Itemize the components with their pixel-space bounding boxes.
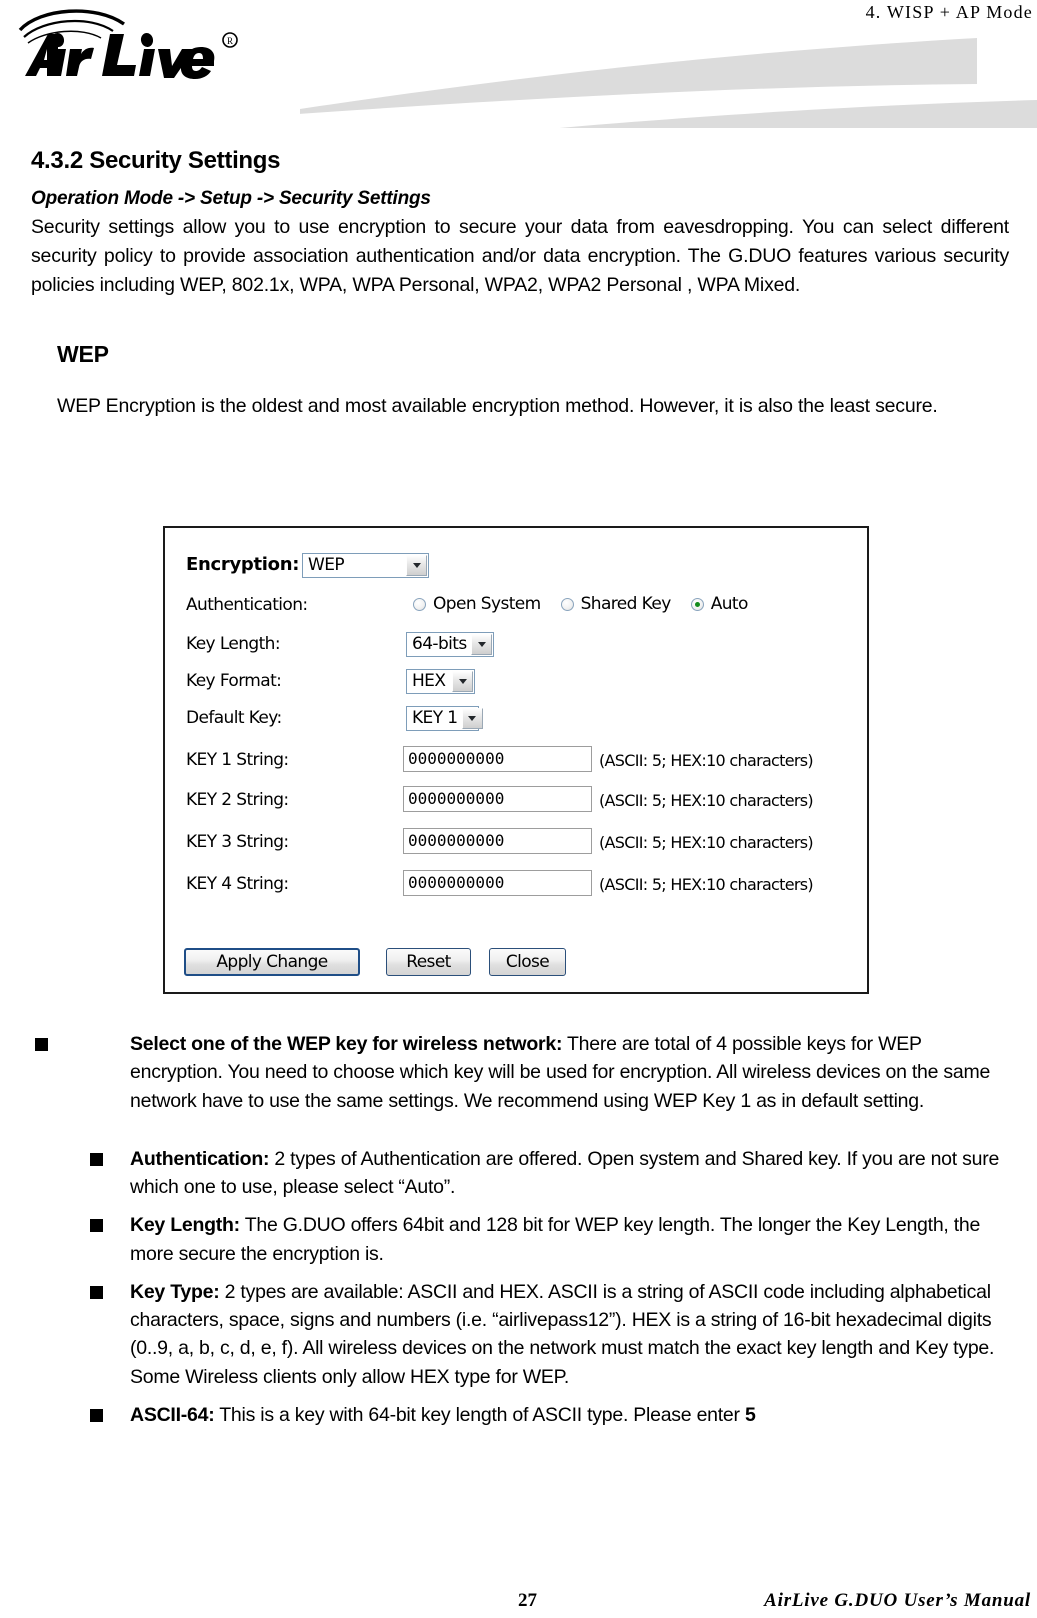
square-bullet-icon xyxy=(90,1285,103,1299)
key-4-string-label: KEY 4 String: xyxy=(186,874,289,894)
list-item-trailing: 5 xyxy=(744,1403,756,1426)
row-encryption: Encryption: WEP xyxy=(165,553,867,578)
radio-auto-indicator[interactable] xyxy=(690,597,704,611)
row-key-1-string: KEY 1 String: 0000000000 (ASCII: 5; HEX:… xyxy=(165,746,867,772)
key-1-string-input[interactable]: 0000000000 xyxy=(403,746,592,772)
key-2-string-input[interactable]: 0000000000 xyxy=(403,786,592,812)
key-2-string-label: KEY 2 String: xyxy=(186,790,289,810)
reset-button[interactable]: Reset xyxy=(386,948,471,976)
manual-title: AirLive G.DUO User’s Manual xyxy=(764,1590,1031,1611)
swoosh-svg xyxy=(240,38,1037,128)
square-bullet-icon xyxy=(90,1219,103,1233)
default-key-select[interactable]: KEY 1 xyxy=(406,706,483,731)
list-item: ASCII-64: This is a key with 64-bit key … xyxy=(0,1401,1037,1429)
authentication-label: Authentication: xyxy=(186,595,308,615)
row-key-4-string: KEY 4 String: 0000000000 (ASCII: 5; HEX:… xyxy=(165,870,867,896)
list-item: Key Length: The G.DUO offers 64bit and 1… xyxy=(0,1211,1037,1268)
square-bullet-icon xyxy=(90,1408,103,1422)
wep-description: WEP Encryption is the oldest and most av… xyxy=(57,395,938,418)
apply-change-button[interactable]: Apply Change xyxy=(184,948,360,976)
page-footer: 27 AirLive G.DUO User’s Manual xyxy=(0,1584,1037,1614)
encryption-select-value: WEP xyxy=(308,555,345,575)
intro-paragraph: Security settings allow you to use encry… xyxy=(31,216,1009,296)
radio-open-system-label: Open System xyxy=(433,594,541,614)
radio-auto-label: Auto xyxy=(710,594,749,614)
list-item: Authentication: 2 types of Authenticatio… xyxy=(0,1145,1037,1202)
key-3-string-label: KEY 3 String: xyxy=(186,832,289,852)
row-key-2-string: KEY 2 String: 0000000000 (ASCII: 5; HEX:… xyxy=(165,786,867,812)
default-key-label: Default Key: xyxy=(186,708,282,728)
list-item-text: The G.DUO offers 64bit and 128 bit for W… xyxy=(130,1214,981,1265)
running-header-title: 4. WISP + AP Mode xyxy=(865,2,1033,22)
list-item: Select one of the WEP key for wireless n… xyxy=(0,1030,1037,1115)
chevron-down-icon[interactable] xyxy=(452,671,473,692)
page-title: 4.3.2 Security Settings xyxy=(31,147,281,174)
airlive-logo-svg: R xyxy=(18,9,238,79)
page-number: 27 xyxy=(518,1590,537,1611)
document-content: 4.3.2 Security Settings Operation Mode -… xyxy=(0,128,1037,421)
close-button[interactable]: Close xyxy=(489,948,566,976)
airlive-logo: R xyxy=(14,4,304,90)
default-key-select-value: KEY 1 xyxy=(412,708,458,728)
list-item-title: Key Type: xyxy=(130,1280,220,1303)
key-1-string-label: KEY 1 String: xyxy=(186,750,289,770)
key-length-label: Key Length: xyxy=(186,634,281,654)
key-format-label: Key Format: xyxy=(186,671,282,691)
radio-open-system[interactable]: Open System xyxy=(413,594,541,614)
key-2-hint: (ASCII: 5; HEX:10 characters) xyxy=(599,791,814,810)
list-item-title: Select one of the WEP key for wireless n… xyxy=(130,1033,563,1055)
key-format-select-value: HEX xyxy=(412,671,446,691)
encryption-select[interactable]: WEP xyxy=(302,553,429,578)
list-item-text: 2 types are available: ASCII and HEX. AS… xyxy=(130,1280,995,1388)
list-item-title: Authentication: xyxy=(130,1147,270,1170)
radio-open-system-indicator[interactable] xyxy=(413,597,426,611)
bullet-list: Select one of the WEP key for wireless n… xyxy=(0,1030,1037,1437)
registered-mark: R xyxy=(222,32,238,48)
row-authentication: Authentication: Open System Shared Key A… xyxy=(165,594,867,616)
row-key-3-string: KEY 3 String: 0000000000 (ASCII: 5; HEX:… xyxy=(165,828,867,854)
chevron-down-icon[interactable] xyxy=(461,708,483,729)
svg-text:R: R xyxy=(227,36,233,46)
list-item: Key Type: 2 types are available: ASCII a… xyxy=(0,1278,1037,1391)
wep-settings-form: Encryption: WEP Authentication: Open Sys… xyxy=(165,528,867,992)
wep-heading: WEP xyxy=(57,341,109,368)
list-item-text: This is a key with 64-bit key length of … xyxy=(214,1403,745,1426)
row-key-length: Key Length: 64-bits xyxy=(165,632,867,657)
encryption-label: Encryption: xyxy=(186,554,300,575)
chevron-down-icon[interactable] xyxy=(406,555,427,576)
key-4-string-input[interactable]: 0000000000 xyxy=(403,870,592,896)
list-item-title: Key Length: xyxy=(130,1214,240,1237)
wep-settings-screenshot: Encryption: WEP Authentication: Open Sys… xyxy=(163,526,869,994)
square-bullet-icon xyxy=(90,1152,103,1166)
chevron-down-icon[interactable] xyxy=(471,634,492,655)
key-length-select[interactable]: 64-bits xyxy=(406,632,494,657)
row-key-format: Key Format: HEX xyxy=(165,669,867,694)
key-format-select[interactable]: HEX xyxy=(406,669,475,694)
key-3-hint: (ASCII: 5; HEX:10 characters) xyxy=(599,833,814,852)
page-header: R 4. WISP + AP Mode xyxy=(0,0,1037,128)
key-4-hint: (ASCII: 5; HEX:10 characters) xyxy=(599,875,814,894)
key-3-string-input[interactable]: 0000000000 xyxy=(403,828,592,854)
row-default-key: Default Key: KEY 1 xyxy=(165,706,867,731)
list-item-title: ASCII-64: xyxy=(130,1403,215,1426)
square-bullet-icon xyxy=(35,1038,48,1051)
radio-shared-key-indicator[interactable] xyxy=(560,597,574,611)
radio-shared-key[interactable]: Shared Key xyxy=(560,594,672,614)
key-length-select-value: 64-bits xyxy=(412,634,467,654)
key-1-hint: (ASCII: 5; HEX:10 characters) xyxy=(599,751,814,770)
authentication-radio-group: Open System Shared Key Auto xyxy=(413,594,748,614)
radio-auto[interactable]: Auto xyxy=(690,594,749,614)
breadcrumb: Operation Mode -> Setup -> Security Sett… xyxy=(31,188,431,210)
radio-shared-key-label: Shared Key xyxy=(580,594,672,614)
header-decorative-swoosh xyxy=(240,18,1037,128)
